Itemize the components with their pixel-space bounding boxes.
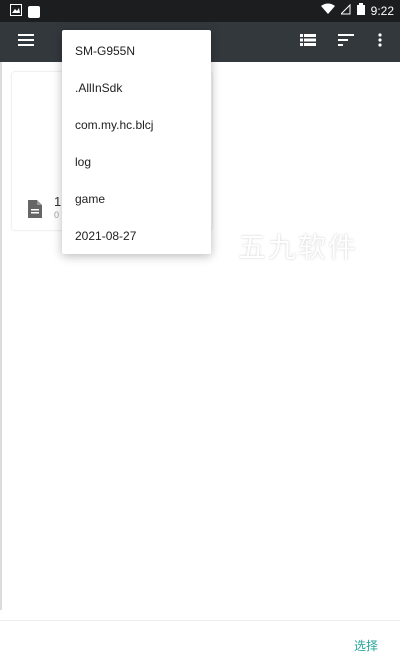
notification-square-icon [28,5,40,18]
menu-item-device[interactable]: SM-G955N [62,32,211,69]
menu-item-game[interactable]: game [62,180,211,217]
bottom-bar: 选择 [0,620,400,667]
status-time: 9:22 [370,3,394,18]
menu-button[interactable] [6,22,46,62]
list-view-icon [300,33,316,51]
menu-item-log[interactable]: log [62,143,211,180]
signal-icon [339,3,351,18]
path-dropdown-menu: SM-G955N .AllInSdk com.my.hc.blcj log ga… [62,30,211,254]
status-bar: 9:22 [0,0,400,22]
file-name: 1 [54,194,62,209]
watermark-text: 五九软件 [238,231,359,264]
file-icon [28,200,42,218]
gallery-icon [10,4,22,19]
battery-icon [356,3,365,18]
menu-item-allinsdk[interactable]: .AllInSdk [62,69,211,106]
sort-icon [338,33,354,51]
wifi-icon [320,3,335,18]
status-right-icons: 9:22 [320,3,394,18]
file-meta: 0 [54,210,60,220]
list-view-button[interactable] [288,22,328,62]
menu-icon [18,33,34,51]
menu-item-date[interactable]: 2021-08-27 [62,217,211,254]
left-edge-divider [0,62,2,610]
more-vert-icon [378,32,382,52]
menu-item-package[interactable]: com.my.hc.blcj [62,106,211,143]
status-left-icons [10,4,40,19]
select-button[interactable]: 选择 [354,637,378,654]
more-options-button[interactable] [360,22,400,62]
